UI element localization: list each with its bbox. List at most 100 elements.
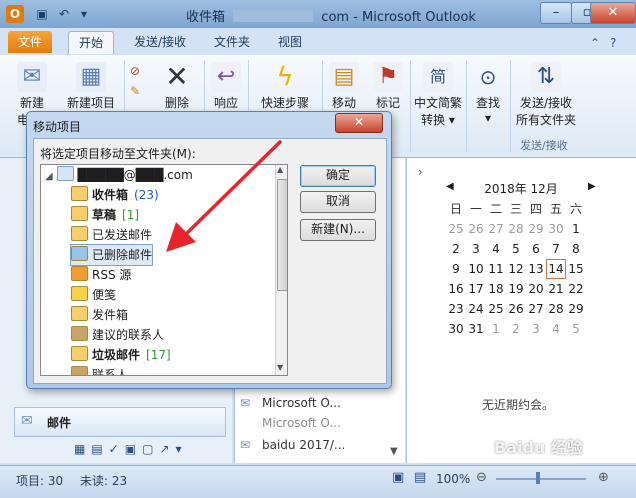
new-folder-button[interactable]: 新建(N)... bbox=[300, 219, 376, 241]
cancel-button[interactable]: 取消 bbox=[300, 191, 376, 213]
nav-mail-button[interactable]: ✉ 邮件 bbox=[14, 407, 226, 437]
calendar-day[interactable]: 5 bbox=[566, 319, 586, 339]
zoom-out-icon[interactable]: ⊖ bbox=[476, 470, 487, 485]
next-month-icon[interactable]: ▶ bbox=[588, 181, 596, 192]
calendar-day[interactable]: 4 bbox=[546, 319, 566, 339]
zoom-slider[interactable] bbox=[496, 478, 586, 480]
undo-icon[interactable]: ↶ bbox=[56, 6, 72, 22]
folder-item[interactable]: 已删除邮件 bbox=[69, 244, 154, 266]
tab-home[interactable]: 开始 bbox=[68, 31, 115, 54]
calendar-day[interactable]: 29 bbox=[526, 219, 546, 239]
calendar-day[interactable]: 5 bbox=[506, 239, 526, 259]
find-button[interactable]: ⊙ 查找 ▾ bbox=[470, 62, 506, 125]
folder-item[interactable]: 草稿 [1] bbox=[71, 205, 139, 225]
folder-item[interactable]: 联系人 bbox=[71, 365, 128, 375]
new-items-button[interactable]: ▦ 新建项目 bbox=[62, 62, 120, 111]
calendar-day[interactable]: 2 bbox=[446, 239, 466, 259]
folder-item[interactable]: 收件箱 (23) bbox=[71, 185, 159, 205]
ribbon-collapse-icon[interactable]: ⌃ bbox=[590, 36, 600, 50]
tree-scrollbar[interactable]: ▲ ▼ bbox=[275, 165, 287, 375]
chinese-conversion-button[interactable]: 简 中文简繁 转换 ▾ bbox=[412, 62, 464, 128]
calendar-day[interactable]: 20 bbox=[526, 279, 546, 299]
calendar-day[interactable]: 3 bbox=[466, 239, 486, 259]
calendar-day[interactable]: 30 bbox=[446, 319, 466, 339]
close-button[interactable]: ✕ bbox=[590, 2, 636, 24]
calendar-day[interactable]: 6 bbox=[526, 239, 546, 259]
calendar-day[interactable]: 13 bbox=[526, 259, 546, 279]
zoom-slider-thumb[interactable] bbox=[536, 472, 540, 484]
calendar-day[interactable]: 2 bbox=[506, 319, 526, 339]
delete-button[interactable]: ✕ 删除 bbox=[156, 62, 198, 111]
quick-steps-button[interactable]: ϟ 快速步骤 bbox=[254, 62, 316, 111]
folder-item[interactable]: 已发送邮件 bbox=[71, 225, 152, 245]
help-icon[interactable]: ? bbox=[610, 36, 616, 50]
move-button[interactable]: ▤ 移动 bbox=[326, 62, 362, 111]
calendar-day[interactable]: 3 bbox=[526, 319, 546, 339]
dialog-close-button[interactable]: ✕ bbox=[335, 113, 383, 133]
tab-folder[interactable]: 文件夹 bbox=[204, 31, 260, 53]
tree-account-row[interactable]: ◢ █████@███.com bbox=[45, 165, 193, 185]
tags-button[interactable]: ⚑ 标记 bbox=[370, 62, 406, 111]
folder-item[interactable]: 发件箱 bbox=[71, 305, 128, 325]
list-item[interactable]: Microsoft O... bbox=[262, 396, 341, 410]
nav-shortcut-icons[interactable]: ▦▤✓▣▢↗▾ bbox=[74, 442, 187, 456]
calendar-day[interactable]: 8 bbox=[566, 239, 586, 259]
folder-item[interactable]: 建议的联系人 bbox=[71, 325, 164, 345]
folder-item[interactable]: 便笺 bbox=[71, 285, 116, 305]
calendar-day[interactable]: 23 bbox=[446, 299, 466, 319]
calendar-day[interactable]: 15 bbox=[566, 259, 586, 279]
calendar-day[interactable]: 1 bbox=[566, 219, 586, 239]
outlook-app-icon[interactable]: O bbox=[6, 5, 24, 23]
send-receive-all-button[interactable]: ⇅ 发送/接收 所有文件夹 bbox=[514, 62, 578, 128]
calendar-day[interactable]: 25 bbox=[446, 219, 466, 239]
scroll-down-icon[interactable]: ▼ bbox=[390, 446, 398, 457]
list-item[interactable]: Microsoft O... bbox=[262, 416, 341, 430]
list-item[interactable]: baidu 2017/... bbox=[262, 438, 345, 452]
minimize-button[interactable]: – bbox=[540, 2, 572, 24]
calendar-day[interactable]: 30 bbox=[546, 219, 566, 239]
calendar-day[interactable]: 25 bbox=[486, 299, 506, 319]
respond-button[interactable]: ↩ 响应 bbox=[208, 62, 244, 111]
calendar-day[interactable]: 19 bbox=[506, 279, 526, 299]
scrollbar-thumb[interactable] bbox=[277, 179, 287, 291]
calendar-day[interactable]: 27 bbox=[486, 219, 506, 239]
scroll-up-icon[interactable]: ▲ bbox=[277, 165, 283, 174]
calendar-day[interactable]: 16 bbox=[446, 279, 466, 299]
ignore-icon[interactable]: ⊘ bbox=[130, 64, 140, 78]
calendar-day[interactable]: 4 bbox=[486, 239, 506, 259]
scroll-down-icon[interactable]: ▼ bbox=[277, 363, 283, 372]
calendar-day[interactable]: 29 bbox=[566, 299, 586, 319]
calendar-day[interactable]: 24 bbox=[466, 299, 486, 319]
calendar-day[interactable]: 26 bbox=[466, 219, 486, 239]
tab-send-receive[interactable]: 发送/接收 bbox=[124, 31, 196, 53]
calendar-day[interactable]: 14 bbox=[546, 259, 566, 279]
normal-view-icon[interactable]: ▣ bbox=[392, 470, 404, 485]
todo-expand-icon[interactable]: › bbox=[418, 165, 423, 179]
reading-view-icon[interactable]: ▤ bbox=[414, 470, 426, 485]
customize-qat-icon[interactable]: ▾ bbox=[76, 6, 92, 22]
calendar-day[interactable]: 28 bbox=[546, 299, 566, 319]
folder-item[interactable]: 垃圾邮件 [17] bbox=[71, 345, 171, 365]
save-icon[interactable]: ▣ bbox=[34, 6, 50, 22]
folder-tree[interactable]: ◢ █████@███.com 收件箱 (23) 草稿 [1] 已发送邮件 已删除邮件 RS… bbox=[40, 164, 288, 376]
zoom-in-icon[interactable]: ⊕ bbox=[598, 470, 609, 485]
calendar-day[interactable]: 10 bbox=[466, 259, 486, 279]
calendar-day[interactable]: 11 bbox=[486, 259, 506, 279]
calendar-day[interactable]: 31 bbox=[466, 319, 486, 339]
ok-button[interactable]: 确定 bbox=[300, 165, 376, 187]
calendar-day[interactable]: 21 bbox=[546, 279, 566, 299]
folder-item[interactable]: RSS 源 bbox=[71, 265, 131, 285]
calendar-day[interactable]: 1 bbox=[486, 319, 506, 339]
calendar-day[interactable]: 17 bbox=[466, 279, 486, 299]
calendar-day[interactable]: 9 bbox=[446, 259, 466, 279]
calendar-day[interactable]: 7 bbox=[546, 239, 566, 259]
calendar-day[interactable]: 27 bbox=[526, 299, 546, 319]
tab-view[interactable]: 视图 bbox=[268, 31, 312, 53]
calendar-day[interactable]: 26 bbox=[506, 299, 526, 319]
cleanup-icon[interactable]: ✎ bbox=[130, 84, 140, 98]
calendar-day[interactable]: 28 bbox=[506, 219, 526, 239]
calendar-day[interactable]: 12 bbox=[506, 259, 526, 279]
tab-file[interactable]: 文件 bbox=[8, 31, 53, 53]
calendar-day[interactable]: 22 bbox=[566, 279, 586, 299]
calendar-day[interactable]: 18 bbox=[486, 279, 506, 299]
